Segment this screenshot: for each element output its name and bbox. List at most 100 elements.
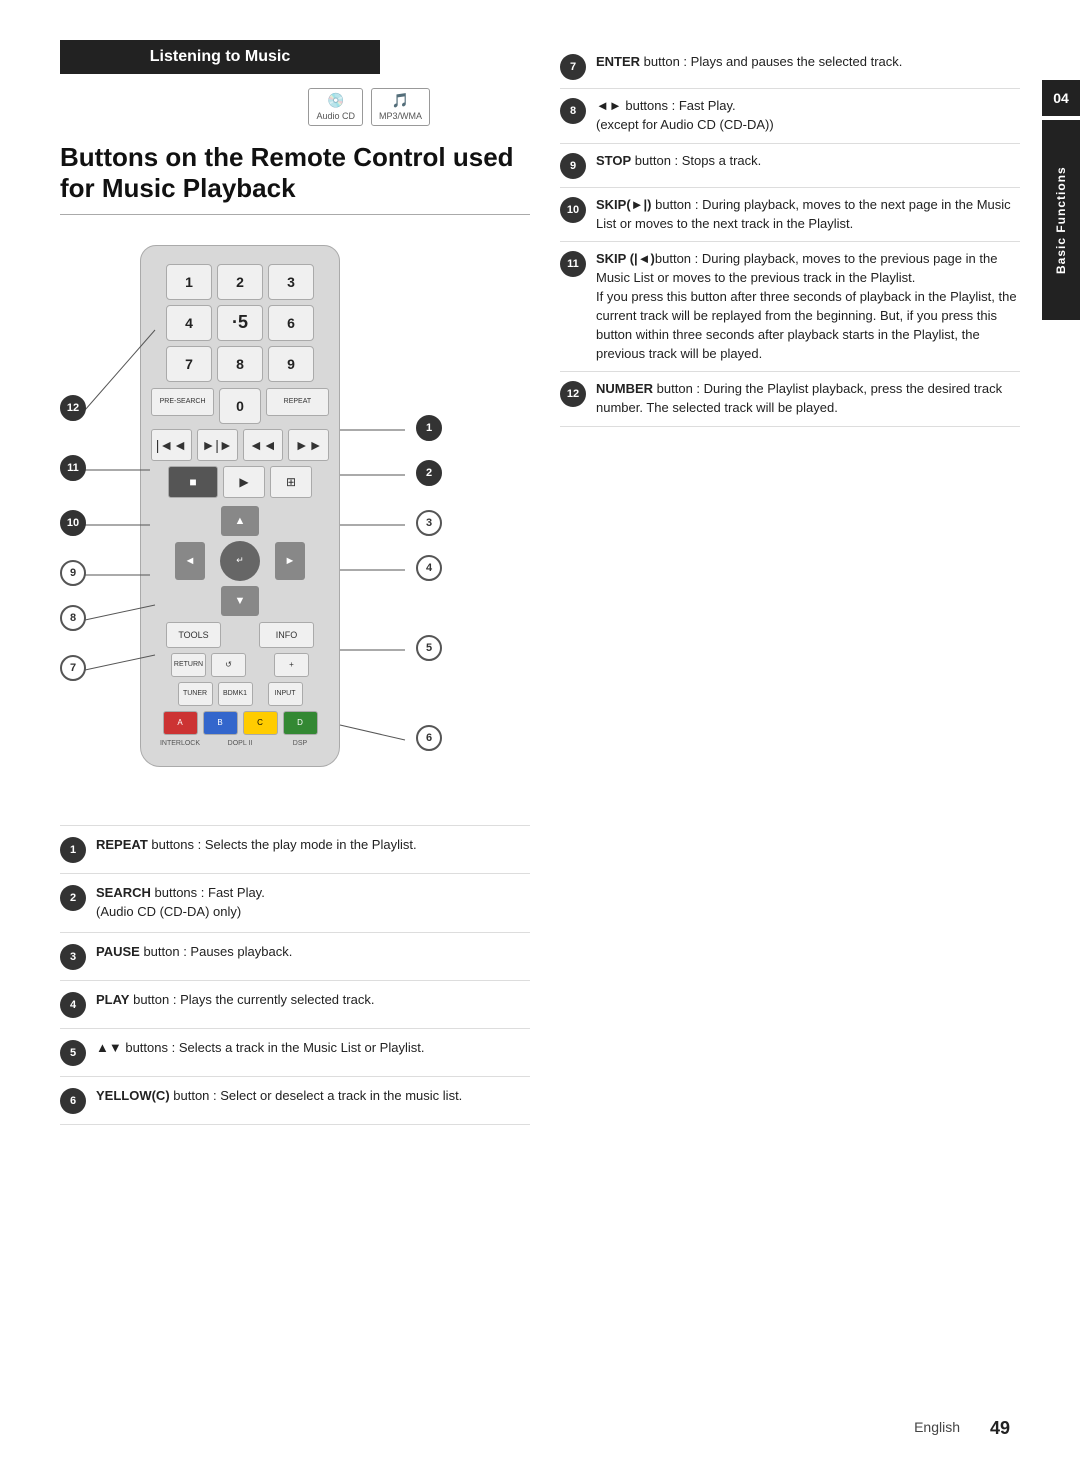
pre-search-btn[interactable]: PRE-SEARCH bbox=[151, 388, 214, 416]
callout-12: 12 bbox=[60, 395, 86, 421]
btn-0[interactable]: 0 bbox=[219, 388, 261, 424]
remote-diagram: 1 2 3 4 ·5 6 7 8 bbox=[60, 235, 530, 795]
desc-row-8: 8 ◄► buttons : Fast Play.(except for Aud… bbox=[560, 89, 1020, 144]
bottom-text-1: REPEAT buttons : Selects the play mode i… bbox=[96, 836, 417, 855]
btn-9[interactable]: 9 bbox=[268, 346, 314, 382]
audio-cd-badge: 💿 Audio CD bbox=[308, 88, 363, 126]
bottom-row-3: 3 PAUSE button : Pauses playback. bbox=[60, 933, 530, 981]
special-row: PRE-SEARCH 0 REPEAT bbox=[151, 388, 329, 424]
desc-row-12: 12 NUMBER button : During the Playlist p… bbox=[560, 372, 1020, 427]
callout-6: 6 bbox=[416, 725, 442, 751]
bottom-text-6: YELLOW(C) button : Select or deselect a … bbox=[96, 1087, 462, 1106]
play-btn[interactable]: ▶ bbox=[223, 466, 265, 498]
mp3-wma-badge: 🎵 MP3/WMA bbox=[371, 88, 430, 126]
callout-3: 3 bbox=[416, 510, 442, 536]
bottom-descriptions: 1 REPEAT buttons : Selects the play mode… bbox=[60, 825, 1020, 1125]
bottom-row-1: 1 REPEAT buttons : Selects the play mode… bbox=[60, 825, 530, 874]
color-buttons-row: A B C D bbox=[151, 711, 329, 735]
bottom-num-1: 1 bbox=[60, 837, 86, 863]
desc-num-8: 8 bbox=[560, 98, 586, 124]
plus-btn[interactable]: + bbox=[274, 653, 309, 677]
desc-text-11: SKIP (|◄)button : During playback, moves… bbox=[596, 250, 1020, 363]
bottom-text-4: PLAY button : Plays the currently select… bbox=[96, 991, 374, 1010]
nav-right-btn[interactable]: ► bbox=[275, 542, 305, 580]
btn-1[interactable]: 1 bbox=[166, 264, 212, 300]
desc-row-10: 10 SKIP(►|) button : During playback, mo… bbox=[560, 188, 1020, 243]
nav-left-btn[interactable]: ◄ bbox=[175, 542, 205, 580]
stop-btn[interactable]: ■ bbox=[168, 466, 218, 498]
bottom-num-2: 2 bbox=[60, 885, 86, 911]
bottom-text-3: PAUSE button : Pauses playback. bbox=[96, 943, 292, 962]
bottom-right bbox=[560, 825, 1020, 1125]
page-container: 04 Basic Functions Listening to Music 💿 … bbox=[0, 0, 1080, 1479]
btn-c[interactable]: C bbox=[243, 711, 278, 735]
right-desc-table: 7 ENTER button : Plays and pauses the se… bbox=[560, 45, 1020, 427]
desc-text-9: STOP button : Stops a track. bbox=[596, 152, 761, 171]
tools-row: TOOLS INFO bbox=[151, 622, 329, 648]
dsp-label: DSP bbox=[273, 740, 328, 747]
callout-10: 10 bbox=[60, 510, 86, 536]
callout-8: 8 bbox=[60, 605, 86, 631]
interlock-label: INTERLOCK bbox=[153, 740, 208, 747]
desc-num-7: 7 bbox=[560, 54, 586, 80]
side-tab-label: Basic Functions bbox=[1042, 120, 1080, 320]
tuner-btn[interactable]: TUNER bbox=[178, 682, 213, 706]
btn-b[interactable]: B bbox=[203, 711, 238, 735]
pause-btn[interactable]: ⊞ bbox=[270, 466, 312, 498]
desc-text-8: ◄► buttons : Fast Play.(except for Audio… bbox=[596, 97, 774, 135]
left-column: Listening to Music 💿 Audio CD 🎵 MP3/WMA … bbox=[60, 40, 530, 795]
btn-5[interactable]: ·5 bbox=[217, 305, 263, 341]
tuner-row: TUNER BDMK1 INPUT bbox=[151, 682, 329, 706]
dopl-label: DOPL II bbox=[213, 740, 268, 747]
side-tab-number: 04 bbox=[1042, 80, 1080, 116]
desc-num-12: 12 bbox=[560, 381, 586, 407]
repeat-btn[interactable]: REPEAT bbox=[266, 388, 329, 416]
bottom-left: 1 REPEAT buttons : Selects the play mode… bbox=[60, 825, 530, 1125]
desc-num-11: 11 bbox=[560, 251, 586, 277]
ff-btn[interactable]: ►► bbox=[288, 429, 329, 461]
btn-6[interactable]: 6 bbox=[268, 305, 314, 341]
nav-enter-btn[interactable]: ↵ bbox=[220, 541, 260, 581]
callout-7: 7 bbox=[60, 655, 86, 681]
bottom-row-5: 5 ▲▼ buttons : Selects a track in the Mu… bbox=[60, 1029, 530, 1077]
bottom-num-5: 5 bbox=[60, 1040, 86, 1066]
bdmk1-btn[interactable]: BDMK1 bbox=[218, 682, 253, 706]
bottom-num-4: 4 bbox=[60, 992, 86, 1018]
main-content: Listening to Music 💿 Audio CD 🎵 MP3/WMA … bbox=[60, 40, 1020, 795]
label-row: INTERLOCK DOPL II DSP bbox=[151, 740, 329, 747]
btn-4[interactable]: 4 bbox=[166, 305, 212, 341]
return-row: RETURN ↺ + bbox=[151, 653, 329, 677]
desc-row-9: 9 STOP button : Stops a track. bbox=[560, 144, 1020, 188]
nav-cross: ▲ ◄ ↵ ► ▼ bbox=[175, 506, 305, 616]
btn-8[interactable]: 8 bbox=[217, 346, 263, 382]
bottom-row-2: 2 SEARCH buttons : Fast Play.(Audio CD (… bbox=[60, 874, 530, 933]
btn-2[interactable]: 2 bbox=[217, 264, 263, 300]
return-btn[interactable]: RETURN bbox=[171, 653, 206, 677]
callout-1: 1 bbox=[416, 415, 442, 441]
nav-down-btn[interactable]: ▼ bbox=[221, 586, 259, 616]
bottom-row-6: 6 YELLOW(C) button : Select or deselect … bbox=[60, 1077, 530, 1125]
callout-2: 2 bbox=[416, 460, 442, 486]
rew-btn[interactable]: ◄◄ bbox=[243, 429, 284, 461]
page-number: 49 bbox=[990, 1418, 1010, 1439]
btn-3[interactable]: 3 bbox=[268, 264, 314, 300]
desc-text-7: ENTER button : Plays and pauses the sele… bbox=[596, 53, 902, 72]
nav-up-btn[interactable]: ▲ bbox=[221, 506, 259, 536]
skip-fwd-btn[interactable]: ►|► bbox=[197, 429, 238, 461]
info-btn[interactable]: INFO bbox=[259, 622, 314, 648]
repeat2-btn[interactable]: ↺ bbox=[211, 653, 246, 677]
tools-btn[interactable]: TOOLS bbox=[166, 622, 221, 648]
right-column: 7 ENTER button : Plays and pauses the se… bbox=[560, 40, 1020, 795]
btn-d[interactable]: D bbox=[283, 711, 318, 735]
btn-7[interactable]: 7 bbox=[166, 346, 212, 382]
numpad-area: 1 2 3 4 ·5 6 7 8 bbox=[156, 264, 324, 387]
playback-row: ■ ▶ ⊞ bbox=[151, 466, 329, 498]
callout-5: 5 bbox=[416, 635, 442, 661]
desc-text-12: NUMBER button : During the Playlist play… bbox=[596, 380, 1020, 418]
skip-back-btn[interactable]: |◄◄ bbox=[151, 429, 192, 461]
btn-a[interactable]: A bbox=[163, 711, 198, 735]
desc-num-9: 9 bbox=[560, 153, 586, 179]
bottom-text-2: SEARCH buttons : Fast Play.(Audio CD (CD… bbox=[96, 884, 265, 922]
input-btn[interactable]: INPUT bbox=[268, 682, 303, 706]
remote-body-wrapper: 1 2 3 4 ·5 6 7 8 bbox=[140, 245, 350, 767]
